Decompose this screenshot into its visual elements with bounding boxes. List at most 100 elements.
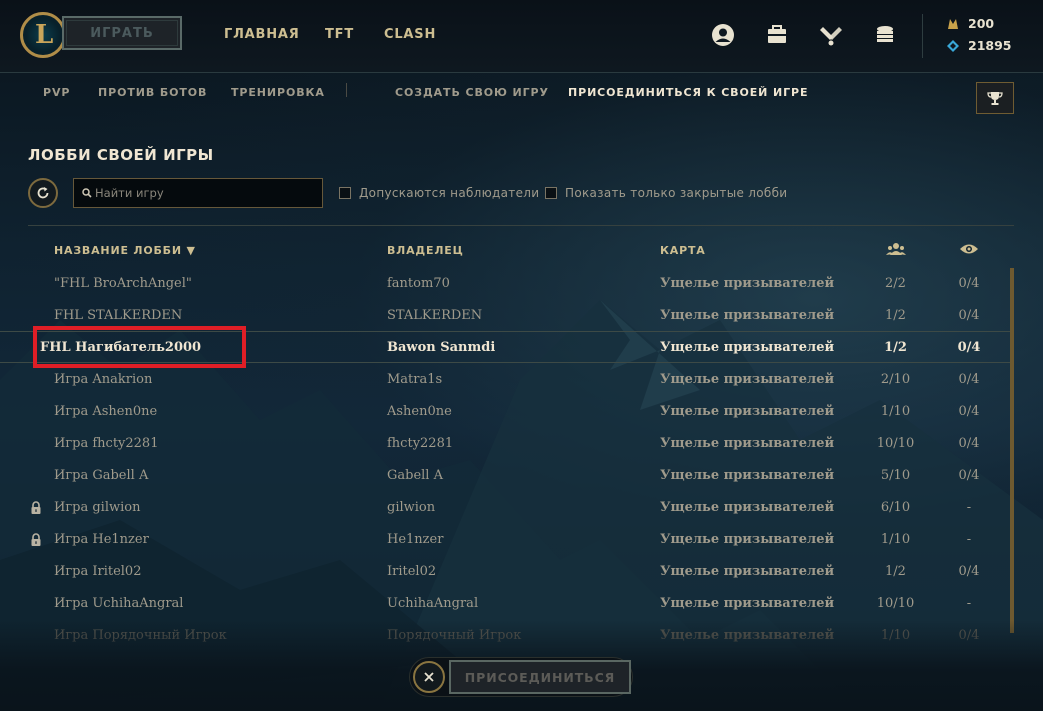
spectators-filter[interactable]: Допускаются наблюдатели: [339, 186, 539, 200]
lobby-players: 2/2: [885, 276, 906, 291]
table-row[interactable]: Игра Gabell A Gabell A Ущелье призывателей…: [0, 460, 1010, 492]
lobby-map: Ущелье призывателей: [660, 340, 835, 355]
lobby-map: Ущелье призывателей: [660, 372, 835, 387]
rp-icon: [948, 18, 958, 29]
join-controls: ПРИСОЕДИНИТЬСЯ: [409, 657, 633, 697]
profile-icon[interactable]: [710, 22, 736, 48]
lobby-name: "FHL BroArchAngel": [54, 276, 192, 291]
scrollbar[interactable]: [1010, 268, 1014, 633]
lock-icon: [31, 501, 41, 514]
col-header-name[interactable]: НАЗВАНИЕ ЛОББИ ▼: [54, 244, 196, 257]
lobby-spectators: 0/4: [958, 436, 980, 451]
store-icon[interactable]: [872, 22, 898, 48]
col-header-owner[interactable]: ВЛАДЕЛЕЦ: [387, 244, 464, 257]
col-header-map[interactable]: КАРТА: [660, 244, 706, 257]
lobby-owner: Bawon Sanmdi: [387, 340, 496, 355]
join-button[interactable]: ПРИСОЕДИНИТЬСЯ: [449, 660, 631, 694]
lobby-spectators: 0/4: [958, 308, 980, 323]
lobby-map: Ущелье призывателей: [660, 276, 835, 291]
lobby-map: Ущелье призывателей: [660, 308, 835, 323]
lobby-owner: fantom70: [387, 276, 450, 291]
table-row[interactable]: Игра UchihaAngral UchihaAngral Ущелье приз…: [0, 588, 1010, 620]
lobby-spectators: 0/4: [958, 468, 980, 483]
spectators-label: Допускаются наблюдатели: [359, 186, 540, 200]
lobby-spectators: 0/4: [957, 340, 981, 355]
table-row[interactable]: Игра gilwion gilwion Ущелье призывателей 6/…: [0, 492, 1010, 524]
nav-clash[interactable]: CLASH: [384, 27, 436, 42]
lobby-players: 1/2: [885, 308, 906, 323]
lobby-players: 6/10: [880, 500, 911, 515]
lock-icon: [31, 533, 41, 546]
private-filter[interactable]: Показать только закрытые лобби: [545, 186, 787, 200]
trophy-button[interactable]: [976, 82, 1014, 114]
lobby-name: Игра gilwion: [54, 500, 141, 515]
table-row[interactable]: Игра Iritel02 Iritel02 Ущелье призывателей…: [0, 556, 1010, 588]
lobby-owner: Gabell A: [387, 468, 443, 483]
lobby-spectators: -: [966, 500, 972, 515]
rp-balance[interactable]: 200: [946, 16, 994, 31]
lobby-spectators: -: [966, 596, 972, 611]
lobby-map: Ущелье призывателей: [660, 564, 835, 579]
lobby-name: Игра Anakrion: [54, 372, 153, 387]
lobby-owner: UchihaAngral: [387, 596, 479, 611]
search-icon: [82, 188, 92, 198]
lobby-players: 1/10: [880, 404, 911, 419]
lobby-players: 2/10: [880, 372, 911, 387]
loot-icon[interactable]: [818, 22, 844, 48]
lobby-owner: gilwion: [387, 500, 436, 515]
lobby-map: Ущелье призывателей: [660, 532, 835, 547]
selection-highlight-box: [33, 326, 246, 368]
spectators-checkbox[interactable]: [339, 187, 351, 199]
lobby-owner: Ashen0ne: [387, 404, 452, 419]
header-divider: [28, 225, 1014, 226]
be-balance[interactable]: 21895: [946, 38, 1012, 53]
col-header-spectators-icon[interactable]: [959, 243, 979, 258]
lobby-spectators: 0/4: [958, 372, 980, 387]
table-row[interactable]: Игра Ashen0ne Ashen0ne Ущелье призывателей…: [0, 396, 1010, 428]
collection-icon[interactable]: [764, 22, 790, 48]
lobby-map: Ущелье призывателей: [660, 436, 835, 451]
lobby-map: Ущелье призывателей: [660, 468, 835, 483]
lobby-players: 10/10: [876, 596, 915, 611]
rp-amount: 200: [968, 16, 995, 31]
lobby-name: Игра Ashen0ne: [54, 404, 158, 419]
be-amount: 21895: [968, 38, 1012, 53]
nav-home[interactable]: ГЛАВНАЯ: [224, 27, 300, 42]
lobby-map: Ущелье призывателей: [660, 500, 835, 515]
lobby-owner: He1nzer: [387, 532, 444, 547]
lobby-name: Игра UchihaAngral: [54, 596, 184, 611]
league-logo-icon[interactable]: L: [20, 12, 66, 58]
table-row[interactable]: Игра Anakrion Matra1s Ущелье призывателей 2…: [0, 364, 1010, 396]
trophy-icon: [987, 92, 1003, 105]
top-bar: L ИГРАТЬ ГЛАВНАЯ TFT CLASH 200 21895: [0, 0, 1043, 73]
lobby-map: Ущелье призывателей: [660, 596, 835, 611]
private-checkbox[interactable]: [545, 187, 557, 199]
lobby-players: 1/2: [884, 340, 907, 355]
lobby-spectators: -: [966, 532, 972, 547]
table-row[interactable]: Игра He1nzer He1nzer Ущелье призывателей 1/…: [0, 524, 1010, 556]
active-tab-underline: [0, 74, 1043, 112]
lobby-name: FHL STALKERDEN: [54, 308, 183, 323]
topbar-divider: [922, 14, 923, 58]
lobby-map: Ущелье призывателей: [660, 404, 835, 419]
blue-essence-icon: [947, 39, 959, 52]
lobby-name: Игра Gabell A: [54, 468, 149, 483]
page-title: ЛОББИ СВОЕЙ ИГРЫ: [28, 146, 214, 164]
lobby-players: 10/10: [876, 436, 915, 451]
refresh-icon: [37, 187, 49, 199]
search-input[interactable]: [92, 186, 315, 200]
refresh-button[interactable]: [28, 178, 58, 208]
close-icon: [424, 672, 434, 682]
lobby-players: 5/10: [880, 468, 911, 483]
table-row[interactable]: Игра fhcty2281 fhcty2281 Ущелье призывател…: [0, 428, 1010, 460]
play-button[interactable]: ИГРАТЬ: [62, 16, 182, 50]
close-button[interactable]: [413, 661, 445, 693]
col-header-players-icon[interactable]: [886, 242, 906, 259]
private-label: Показать только закрытые лобби: [565, 186, 788, 200]
lobby-name: Игра fhcty2281: [54, 436, 159, 451]
search-box[interactable]: [73, 178, 323, 208]
lobby-spectators: 0/4: [958, 404, 980, 419]
nav-tft[interactable]: TFT: [325, 27, 354, 42]
lobby-spectators: 0/4: [958, 564, 980, 579]
table-row[interactable]: "FHL BroArchAngel" fantom70 Ущелье призыва…: [0, 268, 1010, 300]
